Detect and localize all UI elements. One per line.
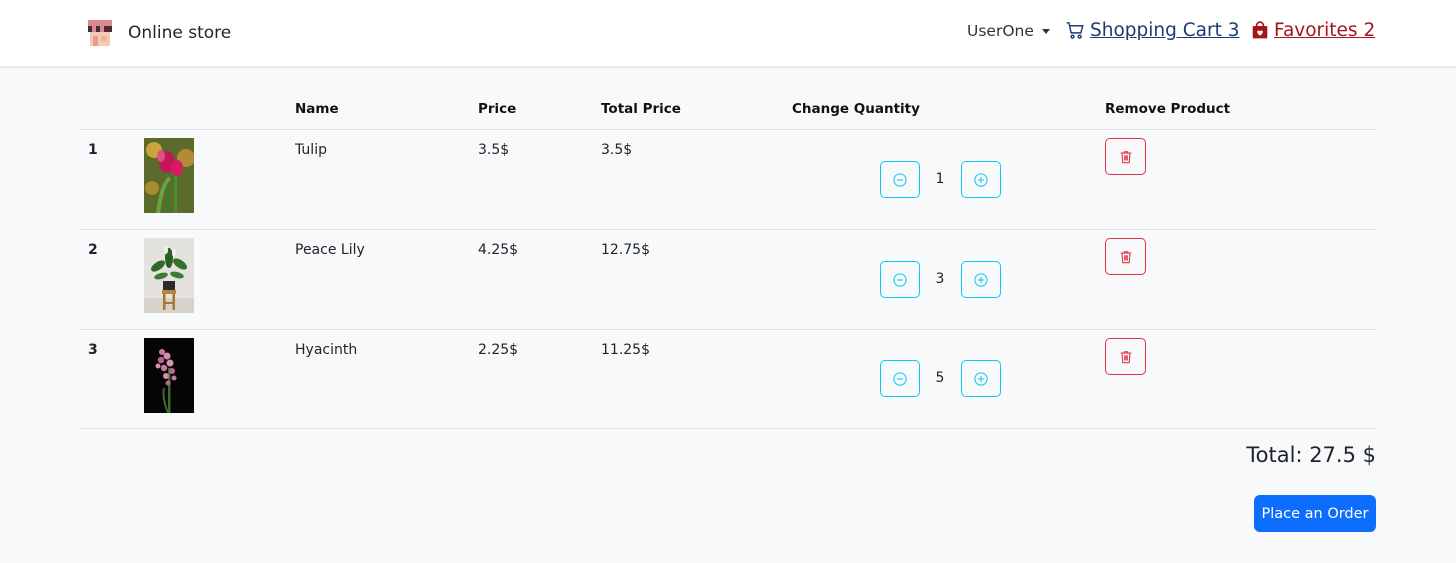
product-price: 4.25$ bbox=[478, 242, 519, 258]
quantity-value: 3 bbox=[935, 271, 945, 287]
product-image-hyacinth bbox=[144, 338, 194, 413]
product-price: 3.5$ bbox=[478, 142, 510, 158]
product-name: Tulip bbox=[295, 142, 327, 158]
increase-quantity-button[interactable] bbox=[961, 161, 1001, 198]
header-price: Price bbox=[478, 101, 517, 117]
store-logo-icon bbox=[88, 20, 112, 46]
quantity-value: 1 bbox=[935, 171, 945, 187]
place-order-button[interactable]: Place an Order bbox=[1254, 495, 1376, 532]
product-total-price: 3.5$ bbox=[601, 142, 633, 158]
product-total-price: 12.75$ bbox=[601, 242, 650, 258]
plus-circle-icon bbox=[974, 172, 988, 187]
heart-bag-icon bbox=[1252, 21, 1268, 39]
remove-product-button[interactable] bbox=[1105, 238, 1146, 275]
divider bbox=[80, 329, 1376, 330]
header-change-quantity: Change Quantity bbox=[792, 101, 920, 117]
quantity-value: 5 bbox=[935, 370, 945, 386]
row-number: 1 bbox=[88, 142, 98, 158]
header-name: Name bbox=[295, 101, 339, 117]
trash-icon bbox=[1120, 150, 1131, 163]
cart-total: Total: 27.5 $ bbox=[1246, 443, 1376, 467]
remove-product-button[interactable] bbox=[1105, 138, 1146, 175]
product-price: 2.25$ bbox=[478, 342, 519, 358]
dash-circle-icon bbox=[893, 172, 907, 187]
plus-circle-icon bbox=[974, 272, 988, 287]
increase-quantity-button[interactable] bbox=[961, 360, 1001, 397]
increase-quantity-button[interactable] bbox=[961, 261, 1001, 298]
product-name: Hyacinth bbox=[295, 342, 358, 358]
shopping-cart-link[interactable]: Shopping Cart 3 bbox=[1066, 20, 1240, 41]
dash-circle-icon bbox=[893, 371, 907, 386]
header-remove-product: Remove Product bbox=[1105, 101, 1231, 117]
trash-icon bbox=[1120, 350, 1131, 363]
trash-icon bbox=[1120, 250, 1131, 263]
dash-circle-icon bbox=[893, 272, 907, 287]
plus-circle-icon bbox=[974, 371, 988, 386]
product-image-peace-lily bbox=[144, 238, 194, 313]
decrease-quantity-button[interactable] bbox=[880, 360, 920, 397]
brand-name: Online store bbox=[128, 23, 232, 43]
favorites-label: Favorites 2 bbox=[1274, 20, 1376, 41]
brand[interactable]: Online store bbox=[85, 18, 231, 48]
decrease-quantity-button[interactable] bbox=[880, 261, 920, 298]
navbar: Online store UserOne Shopping Cart 3 Fav… bbox=[0, 0, 1456, 66]
row-number: 2 bbox=[88, 242, 98, 258]
user-name: UserOne bbox=[967, 22, 1034, 40]
divider bbox=[80, 428, 1376, 429]
divider bbox=[80, 229, 1376, 230]
product-total-price: 11.25$ bbox=[601, 342, 650, 358]
divider bbox=[80, 129, 1376, 130]
product-image-tulip bbox=[144, 138, 194, 213]
cart-label: Shopping Cart 3 bbox=[1090, 20, 1240, 41]
caret-down-icon bbox=[1041, 28, 1050, 34]
header-total-price: Total Price bbox=[601, 101, 681, 117]
user-menu-dropdown[interactable]: UserOne bbox=[967, 22, 1050, 40]
row-number: 3 bbox=[88, 342, 98, 358]
product-name: Peace Lily bbox=[295, 242, 365, 258]
remove-product-button[interactable] bbox=[1105, 338, 1146, 375]
favorites-link[interactable]: Favorites 2 bbox=[1251, 20, 1375, 41]
cart-icon bbox=[1066, 22, 1084, 39]
decrease-quantity-button[interactable] bbox=[880, 161, 920, 198]
